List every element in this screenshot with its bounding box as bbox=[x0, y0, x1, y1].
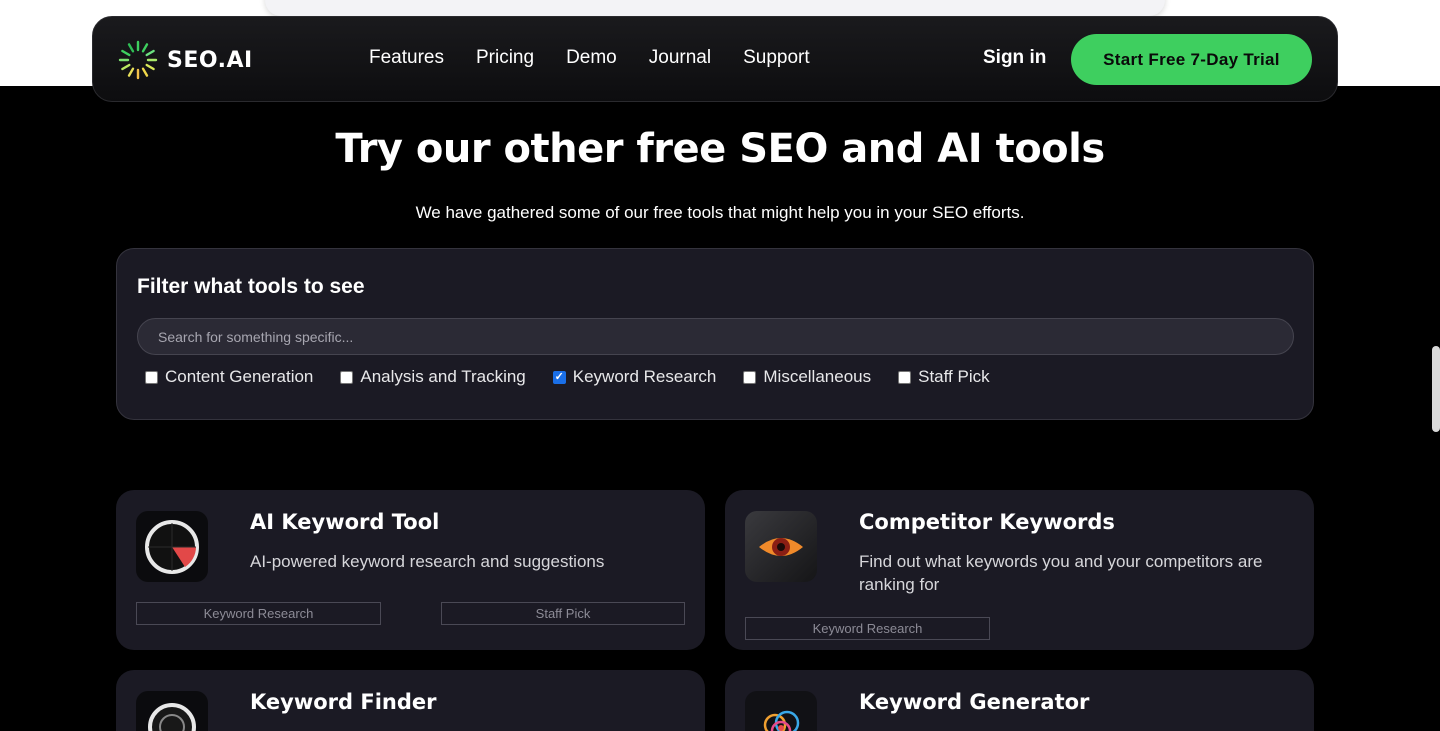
filter-content-generation[interactable]: Content Generation bbox=[145, 367, 313, 387]
tool-title: AI Keyword Tool bbox=[250, 510, 440, 534]
page-subtitle: We have gathered some of our free tools … bbox=[415, 203, 1025, 222]
navbar: SEO.AI Features Pricing Demo Journal Sup… bbox=[92, 16, 1338, 102]
filter-staff-pick[interactable]: Staff Pick bbox=[898, 367, 990, 387]
nav-link-support[interactable]: Support bbox=[743, 47, 810, 69]
previous-card-edge bbox=[265, 0, 1165, 16]
checkbox-checked[interactable] bbox=[552, 370, 566, 384]
filter-title: Filter what tools to see bbox=[137, 275, 365, 298]
tool-description: Find out what keywords you and your comp… bbox=[859, 552, 1263, 594]
nav-link-demo[interactable]: Demo bbox=[566, 47, 617, 69]
checkbox-label: Keyword Research bbox=[572, 367, 717, 386]
page-title: Try our other free SEO and AI tools bbox=[335, 126, 1105, 172]
tag-keyword-research: Keyword Research bbox=[745, 617, 990, 640]
checkbox-label: Miscellaneous bbox=[763, 367, 872, 386]
filter-panel: Filter what tools to see Content Generat… bbox=[116, 248, 1314, 420]
cloud-icon bbox=[745, 691, 817, 731]
filter-checkboxes: Content Generation Analysis and Tracking… bbox=[145, 367, 1017, 387]
checkbox[interactable] bbox=[145, 370, 158, 384]
nav-link-journal[interactable]: Journal bbox=[649, 47, 711, 69]
nav-links: Features Pricing Demo Journal Support bbox=[369, 47, 810, 69]
checkbox[interactable] bbox=[898, 370, 912, 384]
sunburst-logo-icon bbox=[118, 40, 158, 80]
nav-link-pricing[interactable]: Pricing bbox=[476, 47, 534, 69]
target-icon bbox=[136, 511, 208, 582]
tool-card-ai-keyword-tool[interactable]: AI Keyword Tool AI-powered keyword resea… bbox=[116, 490, 705, 650]
tool-description: AI-powered keyword research and suggesti… bbox=[250, 552, 605, 571]
search-input[interactable] bbox=[137, 318, 1294, 355]
eye-icon bbox=[745, 511, 817, 582]
filter-miscellaneous[interactable]: Miscellaneous bbox=[743, 367, 871, 387]
tool-card-competitor-keywords[interactable]: Competitor Keywords Find out what keywor… bbox=[725, 490, 1314, 650]
checkbox[interactable] bbox=[743, 370, 757, 384]
sign-in-link[interactable]: Sign in bbox=[983, 47, 1046, 69]
tool-title: Competitor Keywords bbox=[859, 510, 1115, 534]
nav-link-features[interactable]: Features bbox=[369, 47, 444, 69]
checkbox-label: Content Generation bbox=[165, 367, 314, 386]
logo[interactable]: SEO.AI bbox=[117, 39, 277, 81]
logo-text: SEO.AI bbox=[167, 47, 253, 73]
checkbox-label: Staff Pick bbox=[918, 367, 990, 386]
tag-staff-pick: Staff Pick bbox=[441, 602, 685, 625]
tool-title: Keyword Finder bbox=[250, 690, 437, 714]
filter-analysis-tracking[interactable]: Analysis and Tracking bbox=[340, 367, 526, 387]
lens-icon bbox=[136, 691, 208, 731]
scrollbar-thumb[interactable] bbox=[1432, 346, 1440, 432]
filter-keyword-research[interactable]: Keyword Research bbox=[552, 367, 717, 387]
tool-card-keyword-finder[interactable]: Keyword Finder bbox=[116, 670, 705, 731]
start-trial-button[interactable]: Start Free 7-Day Trial bbox=[1071, 34, 1312, 85]
checkbox[interactable] bbox=[340, 370, 354, 384]
tool-card-keyword-generator[interactable]: Keyword Generator bbox=[725, 670, 1314, 731]
checkbox-label: Analysis and Tracking bbox=[360, 367, 526, 386]
tag-keyword-research: Keyword Research bbox=[136, 602, 381, 625]
tool-title: Keyword Generator bbox=[859, 690, 1090, 714]
